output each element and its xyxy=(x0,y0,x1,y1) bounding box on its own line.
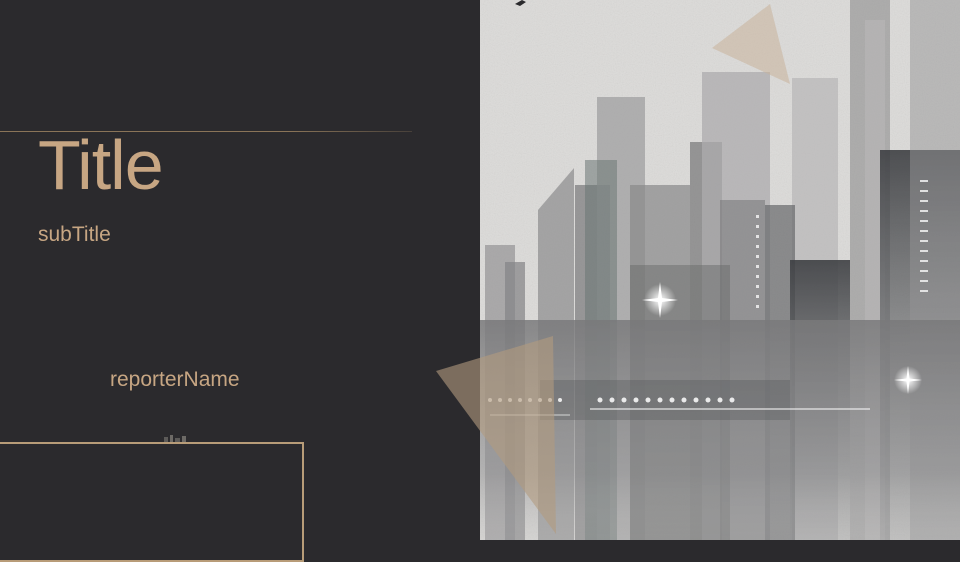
city-skyline-image xyxy=(480,0,960,540)
slide-subtitle: subTitle xyxy=(38,223,111,246)
reporter-name: reporterName xyxy=(110,368,240,391)
slide-title: Title xyxy=(38,126,164,204)
left-dark-panel: Title subTitle reporterName xyxy=(0,0,480,562)
decorative-frame xyxy=(0,442,304,562)
